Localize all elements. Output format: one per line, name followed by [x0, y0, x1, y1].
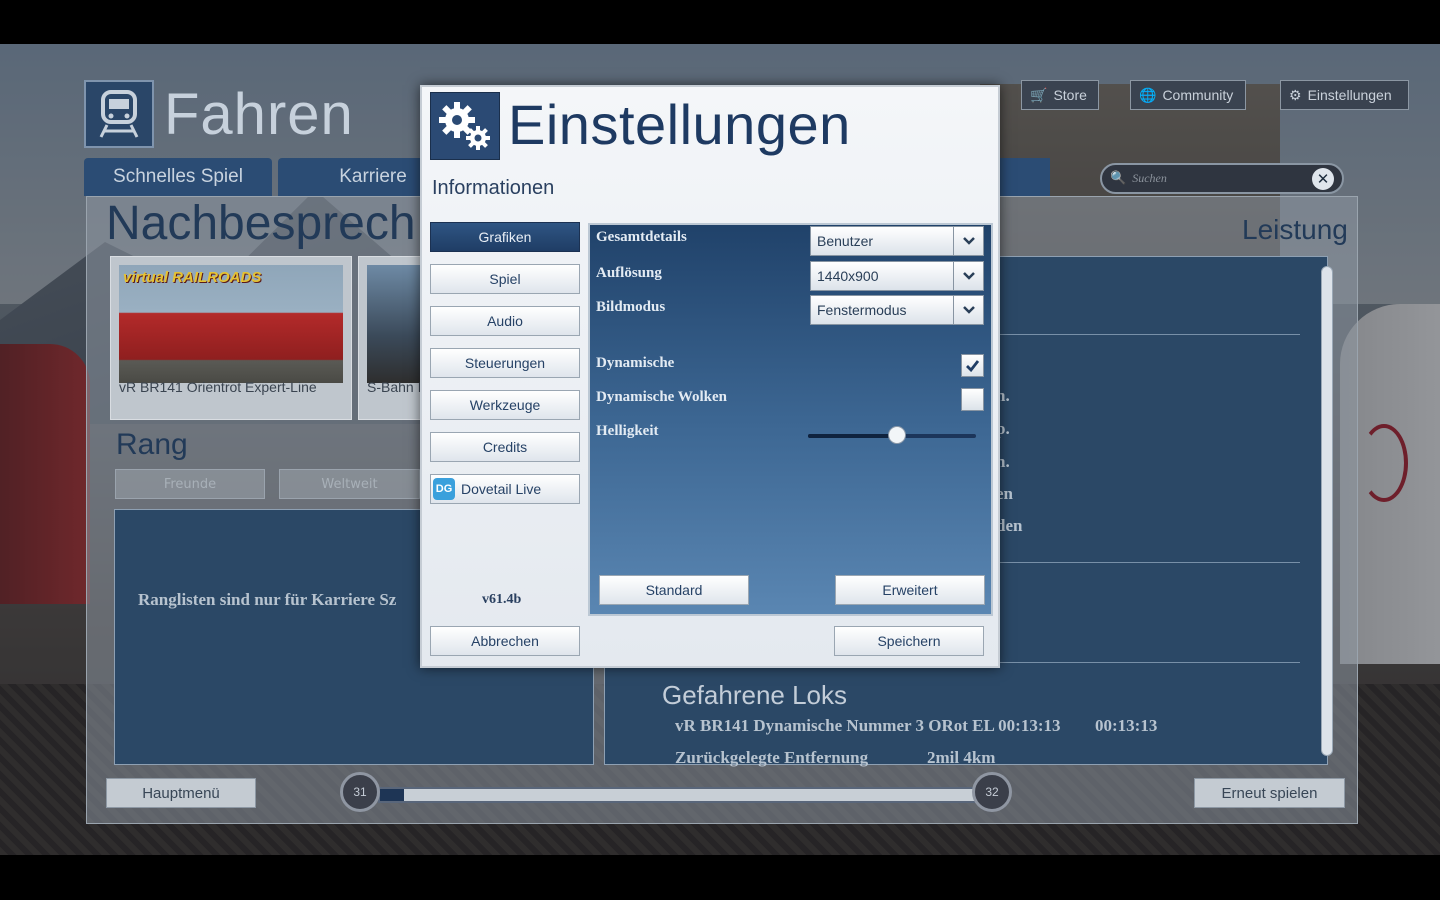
- app-header: Fahren: [84, 80, 354, 148]
- next-level-badge: 32: [972, 772, 1012, 812]
- tab-quick-play[interactable]: Schnelles Spiel: [84, 158, 272, 196]
- display-mode-label: Bildmodus: [596, 299, 666, 315]
- route-thumbnail: [367, 265, 421, 383]
- replay-button[interactable]: Erneut spielen: [1194, 778, 1345, 808]
- resolution-value: 1440x900: [817, 268, 879, 284]
- globe-icon: 🌐: [1139, 86, 1157, 103]
- mode-tabs: Schnelles Spiel Karriere: [84, 158, 468, 196]
- level-progress-bar: [378, 787, 978, 803]
- store-label: Store: [1053, 87, 1087, 103]
- store-button[interactable]: 🛒 Store: [1021, 80, 1099, 110]
- worldwide-button[interactable]: Weltweit: [279, 469, 420, 499]
- version-label: v61.4b: [482, 592, 522, 607]
- divider: [996, 334, 1300, 335]
- divider: [996, 562, 1300, 563]
- route-thumbnail: virtual RAILROADS: [119, 265, 343, 383]
- save-button[interactable]: Speichern: [834, 626, 984, 656]
- level-progress-fill: [380, 789, 404, 801]
- driven-locos-title: Gefahrene Loks: [662, 680, 848, 710]
- nav-controls-button[interactable]: Steuerungen: [430, 348, 580, 378]
- display-mode-value: Fenstermodus: [817, 302, 907, 318]
- nav-game-button[interactable]: Spiel: [430, 264, 580, 294]
- community-button[interactable]: 🌐 Community: [1130, 80, 1246, 110]
- resolution-select[interactable]: 1440x900: [810, 261, 984, 291]
- brightness-slider-handle[interactable]: [888, 426, 907, 444]
- dovetail-live-label: Dovetail Live: [461, 481, 542, 497]
- settings-label: Einstellungen: [1307, 87, 1392, 103]
- search-icon: 🔍: [1110, 171, 1127, 186]
- chevron-down-icon: [953, 262, 983, 290]
- graphics-settings-pane: Gesamtdetails Benutzer Auflösung 1440x90…: [588, 223, 993, 616]
- route-card-caption: vR BR141 Orientrot Expert-Line: [119, 379, 317, 395]
- settings-top-button[interactable]: ⚙ Einstellungen: [1280, 80, 1409, 110]
- checkmark-icon: [966, 360, 980, 372]
- overall-details-value: Benutzer: [817, 233, 874, 249]
- community-label: Community: [1162, 87, 1234, 103]
- nav-tools-button[interactable]: Werkzeuge: [430, 390, 580, 420]
- dynamic-clouds-label: Dynamische Wolken: [596, 389, 727, 405]
- nav-dovetail-live-button[interactable]: DG Dovetail Live: [430, 474, 580, 504]
- loco-name: vR BR141 Dynamische Nummer 3 ORot EL 00:…: [675, 716, 1061, 735]
- dynamic-checkbox[interactable]: [961, 354, 984, 377]
- dynamic-label: Dynamische: [596, 355, 675, 371]
- loco-time: 00:13:13: [1095, 716, 1158, 735]
- ranking-message: Ranglisten sind nur für Karriere Sz: [138, 590, 397, 609]
- chevron-down-icon: [953, 227, 983, 255]
- standard-button[interactable]: Standard: [599, 575, 749, 605]
- dialog-title: Einstellungen: [508, 93, 851, 156]
- cart-icon: 🛒: [1030, 86, 1048, 103]
- chevron-down-icon: [953, 296, 983, 324]
- settings-dialog: Einstellungen Informationen Grafiken Spi…: [420, 85, 1000, 668]
- section-title: Nachbesprech: [106, 197, 416, 250]
- dynamic-clouds-checkbox[interactable]: [961, 388, 984, 411]
- distance-value: 2mil 4km: [927, 748, 996, 767]
- search-field[interactable]: 🔍 Suchen ✕: [1100, 163, 1344, 194]
- divider: [996, 662, 1300, 663]
- nav-credits-button[interactable]: Credits: [430, 432, 580, 462]
- gears-icon: [430, 92, 500, 160]
- train-icon: [84, 80, 154, 148]
- rank-title: Rang: [116, 428, 188, 461]
- search-input[interactable]: Suchen: [1132, 171, 1306, 186]
- route-card[interactable]: virtual RAILROADS vR BR141 Orientrot Exp…: [110, 256, 352, 420]
- display-mode-select[interactable]: Fenstermodus: [810, 295, 984, 325]
- advanced-button[interactable]: Erweitert: [835, 575, 985, 605]
- route-card[interactable]: S-Bahn I: [358, 256, 422, 420]
- route-card-caption: S-Bahn I: [367, 379, 422, 395]
- overall-details-select[interactable]: Benutzer: [810, 226, 984, 256]
- resolution-label: Auflösung: [596, 265, 662, 281]
- clear-search-icon[interactable]: ✕: [1312, 167, 1334, 190]
- distance-label: Zurückgelegte Entfernung: [675, 748, 869, 767]
- gear-icon: ⚙: [1289, 86, 1302, 103]
- cancel-button[interactable]: Abbrechen: [430, 626, 580, 656]
- friends-button[interactable]: Freunde: [115, 469, 265, 499]
- brightness-label: Helligkeit: [596, 423, 659, 439]
- performance-title: Leistung: [1242, 214, 1348, 245]
- performance-scrollbar[interactable]: [1321, 266, 1333, 756]
- dialog-subtitle: Informationen: [432, 177, 555, 199]
- app-title: Fahren: [164, 81, 354, 147]
- overall-details-label: Gesamtdetails: [596, 229, 687, 245]
- screen: Fahren 🛒 Store 🌐 Community ⚙ Einstellungen …: [0, 0, 1440, 900]
- current-level-badge: 31: [340, 772, 380, 812]
- brightness-slider-fill: [808, 434, 898, 438]
- virtual-railroads-logo: virtual RAILROADS: [123, 269, 262, 286]
- dovetail-live-icon: DG: [433, 478, 455, 500]
- nav-audio-button[interactable]: Audio: [430, 306, 580, 336]
- main-menu-button[interactable]: Hauptmenü: [106, 778, 256, 808]
- nav-graphics-button[interactable]: Grafiken: [430, 222, 580, 252]
- tab-strip-end: [998, 158, 1050, 196]
